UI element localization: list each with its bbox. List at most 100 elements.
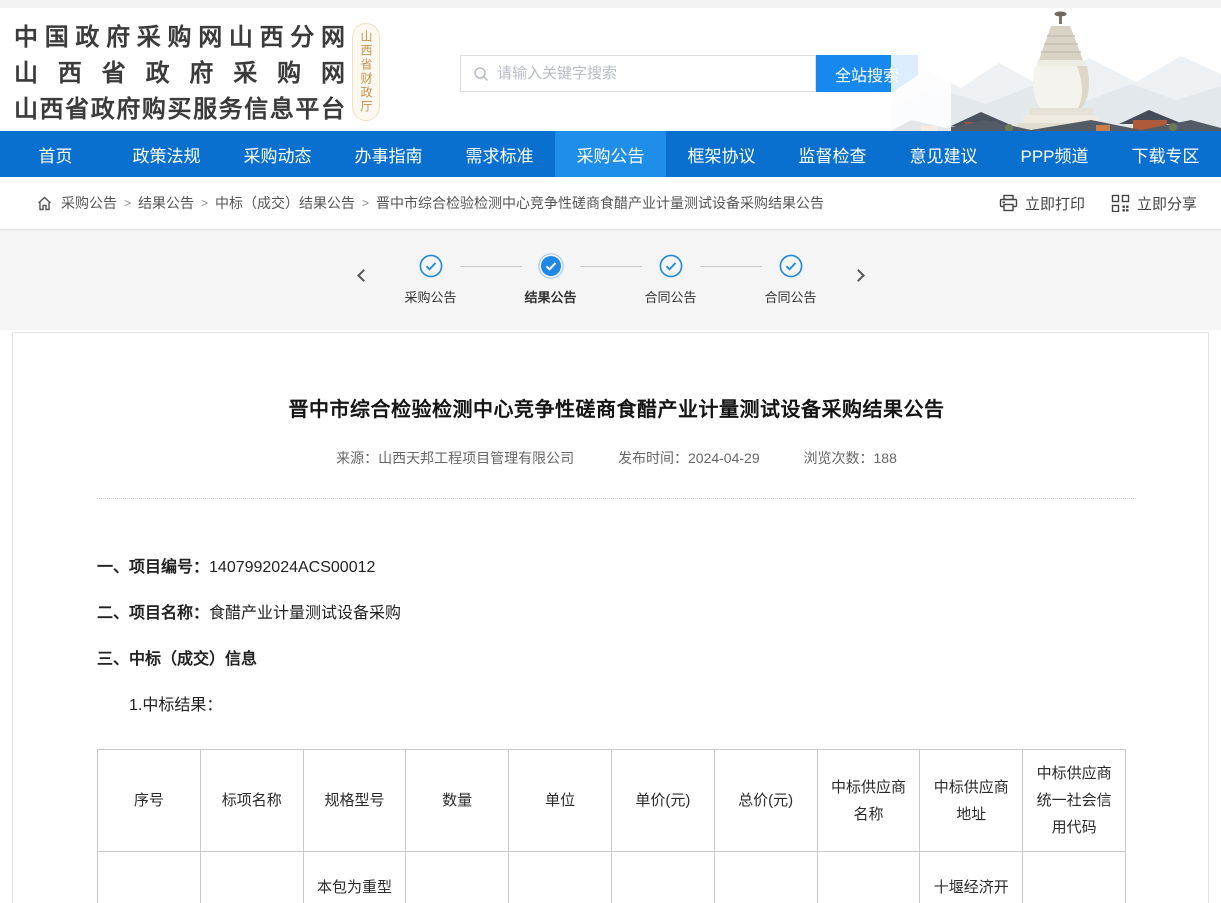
table-column-header-1: 序号 [98,750,201,852]
step-合同公告-3[interactable]: 合同公告 [642,253,700,306]
qr-share-icon [1111,194,1130,212]
table-header-row: 序号标项名称规格型号数量单位单价(元)总价(元)中标供应商名称中标供应商地址中标… [98,750,1126,852]
nav-item-11[interactable]: 下载专区 [1110,131,1221,177]
nav-item-10[interactable]: PPP频道 [999,131,1110,177]
search-box[interactable] [460,55,816,92]
page-title: 晋中市综合检验检测中心竞争性磋商食醋产业计量测试设备采购结果公告 [97,393,1136,422]
article-view-count: 浏览次数：188 [804,450,897,466]
article-section-4: 1.中标结果： [97,691,1136,715]
section-label: 一、项目编号： [97,559,209,576]
breadcrumb-separator: > [124,196,131,210]
table-column-header-6: 单价(元) [611,750,714,852]
table-row: 1采购包1本包为重型特殊结构货车（计量检衡车）的采购 报价：849 000（元）湖… [98,852,1126,903]
step-label: 合同公告 [764,287,816,306]
section-value: 1407992024ACS00012 [209,559,375,576]
logo-line-2: 山西省政府采购网 [14,56,346,92]
table-cell: 采购包1 [200,852,303,903]
nav-item-1[interactable]: 首页 [0,131,111,177]
breadcrumb-actions: 立即打印 立即分享 [999,193,1197,214]
step-check-icon [538,253,564,279]
main-navigation: 首页政策法规采购动态办事指南需求标准采购公告框架协议监督检查意见建议PPP频道下… [0,131,1221,177]
table-column-header-5: 单位 [509,750,612,852]
procurement-steps: 采购公告 结果公告 合同公告 合同公告 [359,253,863,306]
print-button[interactable]: 立即打印 [999,193,1085,214]
header-scenery-illustration [891,8,1221,131]
article-section-1: 一、项目编号：1407992024ACS00012 [97,553,1136,577]
share-button[interactable]: 立即分享 [1111,193,1197,214]
breadcrumb-link-3[interactable]: 中标（成交）结果公告 [215,193,355,213]
step-label: 采购公告 [404,287,456,306]
print-label: 立即打印 [1025,193,1085,214]
home-icon[interactable] [36,195,53,212]
table-column-header-7: 总价(元) [714,750,817,852]
table-cell [611,852,714,903]
steps-next-chevron[interactable] [852,269,865,282]
step-label: 结果公告 [524,287,576,306]
section-value: 食醋产业计量测试设备采购 [209,605,401,622]
step-合同公告-4[interactable]: 合同公告 [762,253,820,306]
section-value: 1.中标结果： [129,697,222,714]
table-body: 1采购包1本包为重型特殊结构货车（计量检衡车）的采购 报价：849 000（元）湖… [98,852,1126,903]
site-header: 中国政府采购网山西分网 山西省政府采购网 山西省政府购买服务信息平台 山西省财政… [0,8,1221,131]
share-label: 立即分享 [1137,193,1197,214]
nav-item-4[interactable]: 办事指南 [333,131,444,177]
table-cell: 91420300316475643K [1023,852,1126,903]
breadcrumb: 采购公告 > 结果公告 > 中标（成交）结果公告 > 晋中市综合检验检测中心竞争性磋商食醋产… [36,193,999,213]
announcement-card: 晋中市综合检验检测中心竞争性磋商食醋产业计量测试设备采购结果公告 来源：山西天邦… [12,332,1209,903]
table-cell: 十堰经济开发区白浪中路84号荣港花园1栋4单元202 [920,852,1023,903]
award-result-table: 序号标项名称规格型号数量单位单价(元)总价(元)中标供应商名称中标供应商地址中标… [97,749,1126,903]
nav-item-3[interactable]: 采购动态 [222,131,333,177]
browser-top-strip [0,0,1221,8]
site-logo[interactable]: 中国政府采购网山西分网 山西省政府采购网 山西省政府购买服务信息平台 [14,20,346,128]
table-cell: 1 [98,852,201,903]
article-publish-date: 发布时间：2024-04-29 [618,450,760,466]
printer-icon [999,194,1018,212]
table-cell: 报价：849 000（元） [714,852,817,903]
table-cell: 湖北凯瑞专用车销售有限公司 [817,852,920,903]
nav-item-2[interactable]: 政策法规 [111,131,222,177]
step-check-icon [418,253,444,279]
logo-line-3: 山西省政府购买服务信息平台 [14,92,346,128]
table-column-header-9: 中标供应商地址 [920,750,1023,852]
search-input[interactable] [497,65,797,82]
article-source: 来源：山西天邦工程项目管理有限公司 [336,450,574,466]
breadcrumb-link-2[interactable]: 结果公告 [138,193,194,213]
table-column-header-10: 中标供应商统一社会信用代码 [1023,750,1126,852]
table-column-header-8: 中标供应商名称 [817,750,920,852]
nav-item-6[interactable]: 采购公告 [555,131,666,177]
breadcrumb-separator: > [362,196,369,210]
article-section-3: 三、中标（成交）信息 [97,645,1136,669]
steps-prev-chevron[interactable] [357,269,370,282]
table-column-header-2: 标项名称 [200,750,303,852]
section-label: 二、项目名称： [97,605,209,622]
nav-item-8[interactable]: 监督检查 [777,131,888,177]
site-search: 全站搜索 [460,55,918,92]
search-icon [473,66,489,82]
article-section-2: 二、项目名称：食醋产业计量测试设备采购 [97,599,1136,623]
breadcrumb-link-1[interactable]: 采购公告 [61,193,117,213]
table-cell: 本包为重型特殊结构货车（计量检衡车）的采购 [303,852,406,903]
step-结果公告-2[interactable]: 结果公告 [522,253,580,306]
nav-item-5[interactable]: 需求标准 [444,131,555,177]
table-column-header-4: 数量 [406,750,509,852]
divider [97,498,1136,499]
article-meta: 来源：山西天邦工程项目管理有限公司 发布时间：2024-04-29 浏览次数：1… [97,448,1136,468]
step-connector [580,266,642,267]
table-cell [406,852,509,903]
step-采购公告-1[interactable]: 采购公告 [402,253,460,306]
step-label: 合同公告 [644,287,696,306]
step-connector [700,266,762,267]
article-body: 一、项目编号：1407992024ACS00012 二、项目名称：食醋产业计量测试… [97,553,1136,715]
breadcrumb-current: 晋中市综合检验检测中心竞争性磋商食醋产业计量测试设备采购结果公告 [376,193,824,213]
step-check-icon [778,253,804,279]
table-cell [509,852,612,903]
finance-department-badge: 山西省财政厅 [352,23,380,121]
section-label: 三、中标（成交）信息 [97,651,257,668]
table-column-header-3: 规格型号 [303,750,406,852]
procurement-steps-band: 采购公告 结果公告 合同公告 合同公告 [0,230,1221,330]
breadcrumb-separator: > [201,196,208,210]
step-check-icon [658,253,684,279]
nav-item-9[interactable]: 意见建议 [888,131,999,177]
breadcrumb-bar: 采购公告 > 结果公告 > 中标（成交）结果公告 > 晋中市综合检验检测中心竞争性磋商食醋产… [0,177,1221,230]
nav-item-7[interactable]: 框架协议 [666,131,777,177]
